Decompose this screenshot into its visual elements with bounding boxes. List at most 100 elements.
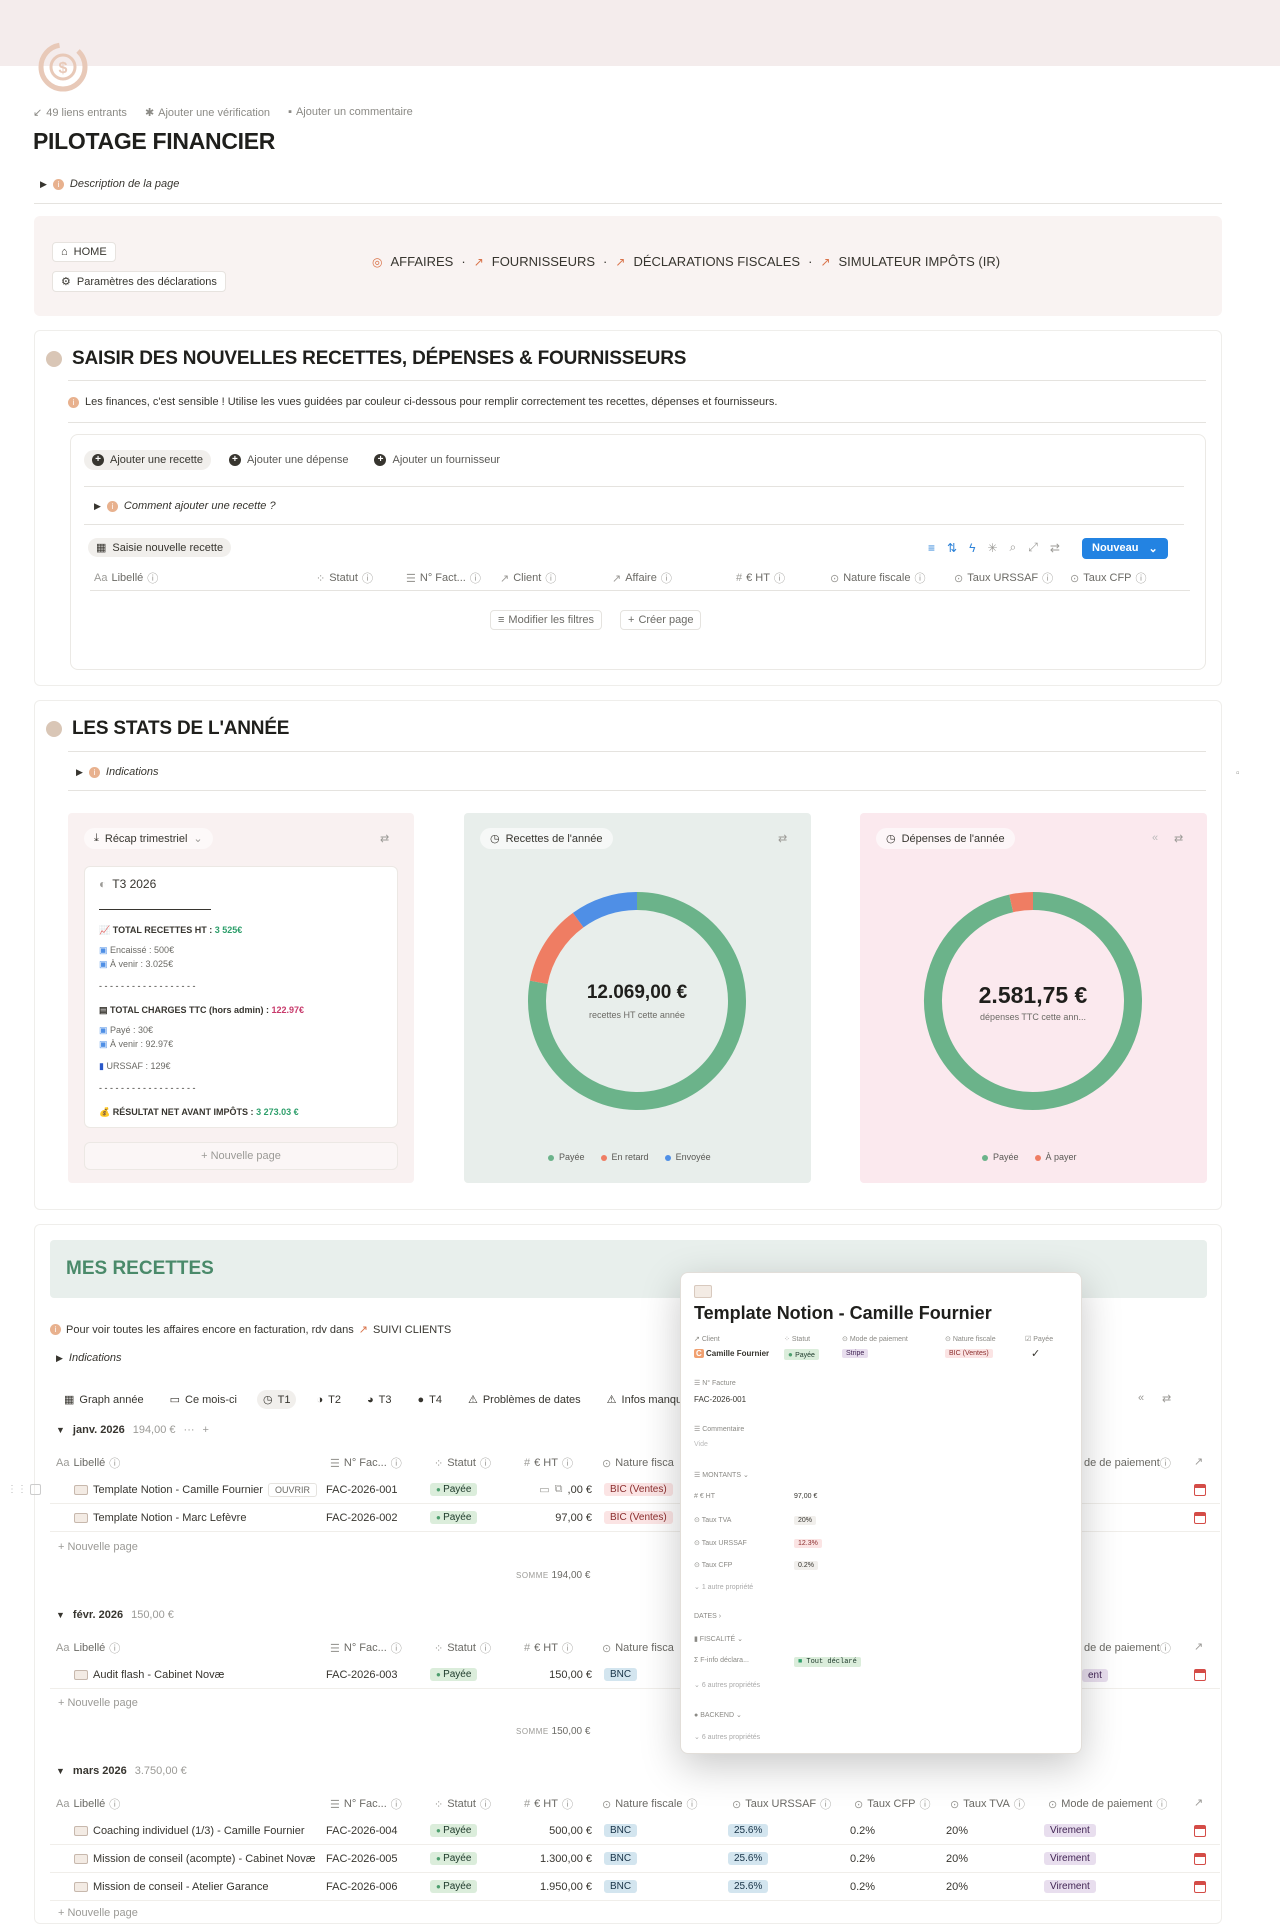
- calendar-icon[interactable]: [1194, 1853, 1206, 1868]
- saisie-title[interactable]: SAISIR DES NOUVELLES RECETTES, DÉPENSES …: [72, 348, 686, 370]
- stats-indications-toggle[interactable]: ▶ i Indications: [76, 766, 159, 778]
- add-recette-button[interactable]: + Ajouter une recette: [84, 450, 211, 470]
- popup-montants-header[interactable]: ☰ MONTANTS ⌄: [694, 1471, 749, 1479]
- page-preview-popup[interactable]: Template Notion - Camille Fournier ↗ Cli…: [680, 1272, 1082, 1754]
- col-nature-fiscale[interactable]: ⊙ Nature fisca: [602, 1642, 682, 1655]
- plus-icon[interactable]: +: [203, 1424, 209, 1436]
- dollar-cycle-icon[interactable]: $: [32, 36, 94, 98]
- more-icon[interactable]: ···: [184, 1424, 195, 1436]
- popup-fiscalite-header[interactable]: ▮ FISCALITÉ ⌄: [694, 1635, 743, 1643]
- row-libelle[interactable]: Template Notion - Camille Fournier OUVRIR: [50, 1482, 326, 1497]
- popup-comment-value[interactable]: Vide: [694, 1441, 708, 1448]
- comment-icon[interactable]: ▭: [539, 1483, 549, 1496]
- popup-backend-header[interactable]: ● BACKEND ⌄: [694, 1711, 742, 1719]
- view-settings-icon[interactable]: ⇄: [778, 832, 787, 845]
- col-taux-urssaf[interactable]: ⊙ Taux URSSAF ⓘ: [732, 1796, 854, 1812]
- depenses-chart-tab[interactable]: ◷ Dépenses de l'année: [876, 828, 1015, 849]
- nav-link-simulateur[interactable]: SIMULATEUR IMPÔTS (IR): [839, 254, 1001, 269]
- popup-urssaf-tag[interactable]: 12.3%: [794, 1539, 822, 1548]
- comment-side-icon[interactable]: ▫: [1236, 768, 1240, 779]
- col-num-facture[interactable]: ☰ N° Fac... ⓘ: [330, 1640, 434, 1656]
- recap-view-tab[interactable]: ⤓ Récap trimestriel ⌄: [84, 828, 213, 849]
- add-fournisseur-button[interactable]: + Ajouter un fournisseur: [366, 450, 508, 470]
- row-libelle[interactable]: Coaching individuel (1/3) - Camille Four…: [50, 1825, 326, 1837]
- description-toggle[interactable]: ▶ i Description de la page: [40, 178, 179, 190]
- col-libelle[interactable]: Aa Libellé ⓘ: [56, 1455, 330, 1471]
- popup-ht-value[interactable]: 97,00 €: [794, 1493, 817, 1500]
- group-sum[interactable]: SOMME 150,00 €: [516, 1726, 590, 1737]
- table-row[interactable]: Coaching individuel (1/3) - Camille Four…: [50, 1817, 1220, 1845]
- row-libelle[interactable]: Mission de conseil - Atelier Garance: [50, 1881, 326, 1893]
- popup-title[interactable]: Template Notion - Camille Fournier: [694, 1303, 992, 1324]
- view-settings-icon[interactable]: ⇄: [380, 832, 389, 845]
- tab-t2[interactable]: ◑ T2: [310, 1391, 347, 1409]
- popup-cfp-tag[interactable]: 0.2%: [794, 1561, 818, 1570]
- col-ht[interactable]: # € HT ⓘ: [524, 1455, 602, 1471]
- sort-icon[interactable]: ⇅: [947, 541, 957, 555]
- col-ht[interactable]: # € HT ⓘ: [524, 1640, 602, 1656]
- group-sum[interactable]: SOMME 194,00 €: [516, 1570, 590, 1581]
- open-button[interactable]: OUVRIR: [267, 1482, 317, 1497]
- col-statut[interactable]: ⁘ Statut ⓘ: [434, 1796, 524, 1812]
- create-page-button[interactable]: + Créer page: [620, 610, 702, 630]
- lightning-icon[interactable]: ϟ: [969, 541, 975, 555]
- donut-slice-envoyée[interactable]: [572, 892, 638, 928]
- add-depense-button[interactable]: + Ajouter une dépense: [221, 450, 357, 470]
- calendar-icon[interactable]: [1194, 1669, 1206, 1684]
- col-num-facture[interactable]: ☰ N° Fac... ⓘ: [330, 1455, 434, 1471]
- sparkle-icon[interactable]: ✳: [987, 541, 997, 555]
- col-statut[interactable]: ⁘ Statut ⓘ: [434, 1455, 524, 1471]
- search-icon[interactable]: ⌕: [1010, 540, 1017, 555]
- tab-t1[interactable]: ◷ T1: [256, 1390, 297, 1409]
- col-libelle[interactable]: Aa Libellé ⓘ: [56, 1796, 330, 1812]
- col-mode-paiement-partial[interactable]: de de paiement ⓘ: [1084, 1455, 1171, 1471]
- relation-icon[interactable]: ↗: [1194, 1640, 1203, 1653]
- howto-toggle[interactable]: ▶ i Comment ajouter une recette ?: [94, 500, 276, 512]
- table-row[interactable]: Mission de conseil - Atelier Garance FAC-…: [50, 1873, 1220, 1901]
- tab-ce-mois-ci[interactable]: ▭ Ce mois-ci: [164, 1390, 243, 1409]
- row-libelle[interactable]: Mission de conseil (acompte) - Cabinet N…: [50, 1853, 326, 1865]
- recap-new-page-button[interactable]: + Nouvelle page: [84, 1142, 398, 1170]
- calendar-icon[interactable]: [1194, 1881, 1206, 1896]
- collapse-icon[interactable]: «: [1152, 832, 1158, 844]
- view-settings-icon[interactable]: ⇄: [1162, 1392, 1171, 1405]
- col-nature-fiscale[interactable]: ⊙ Nature fiscale ⓘ: [830, 570, 954, 586]
- suivi-clients-link[interactable]: SUIVI CLIENTS: [373, 1324, 451, 1336]
- recettes-indications-toggle[interactable]: ▶ Indications: [56, 1352, 122, 1364]
- table-row[interactable]: Mission de conseil (acompte) - Cabinet N…: [50, 1845, 1220, 1873]
- new-page-button[interactable]: + Nouvelle page: [58, 1907, 138, 1919]
- col-client[interactable]: ↗ Client ⓘ: [500, 570, 612, 586]
- nav-link-fournisseurs[interactable]: FOURNISSEURS: [492, 254, 595, 269]
- popup-client-value[interactable]: C Camille Fournier: [694, 1349, 769, 1358]
- tab-problemes-dates[interactable]: ⚠ Problèmes de dates: [462, 1390, 587, 1409]
- col-libelle[interactable]: Aa Libellé ⓘ: [94, 570, 316, 586]
- col-libelle[interactable]: Aa Libellé ⓘ: [56, 1640, 330, 1656]
- add-verification-button[interactable]: ✱ Ajouter une vérification: [145, 106, 270, 119]
- copy-icon[interactable]: ⧉: [555, 1483, 563, 1496]
- col-nature-fiscale[interactable]: ⊙ Nature fiscale ⓘ: [602, 1796, 732, 1812]
- col-ht[interactable]: # € HT ⓘ: [736, 570, 830, 586]
- stats-title[interactable]: LES STATS DE L'ANNÉE: [72, 718, 289, 740]
- popup-dates-header[interactable]: DATES ›: [694, 1613, 721, 1620]
- relation-icon[interactable]: ↗: [1194, 1455, 1203, 1468]
- nouveau-button[interactable]: Nouveau ⌄: [1082, 538, 1168, 559]
- page-cover[interactable]: [0, 0, 1280, 66]
- new-page-button[interactable]: + Nouvelle page: [58, 1697, 138, 1709]
- col-statut[interactable]: ⁘ Statut ⓘ: [434, 1640, 524, 1656]
- row-libelle[interactable]: Audit flash - Cabinet Novæ: [50, 1669, 326, 1681]
- modify-filters-button[interactable]: ≡ Modifier les filtres: [490, 610, 602, 630]
- calendar-icon[interactable]: [1194, 1484, 1206, 1499]
- row-libelle[interactable]: Template Notion - Marc Lefèvre: [50, 1512, 326, 1524]
- popup-mode-tag[interactable]: Stripe: [842, 1349, 869, 1358]
- new-page-button[interactable]: + Nouvelle page: [58, 1541, 138, 1553]
- col-num-facture[interactable]: ☰ N° Fact... ⓘ: [406, 570, 500, 586]
- col-mode-paiement-partial[interactable]: de de paiement ⓘ: [1084, 1640, 1171, 1656]
- col-mode-paiement[interactable]: ⊙ Mode de paiement ⓘ: [1048, 1796, 1188, 1812]
- legend-item-en-retard[interactable]: En retard: [600, 1152, 649, 1162]
- popup-more-6a[interactable]: ⌄ 6 autres propriétés: [694, 1681, 760, 1689]
- filter-icon[interactable]: ≡: [928, 541, 935, 555]
- donut-slice-à-payer[interactable]: [1009, 892, 1034, 913]
- view-settings-icon[interactable]: ⇄: [1174, 832, 1183, 845]
- page-title[interactable]: PILOTAGE FINANCIER: [33, 128, 275, 155]
- popup-payee-check[interactable]: ✓: [1031, 1347, 1040, 1360]
